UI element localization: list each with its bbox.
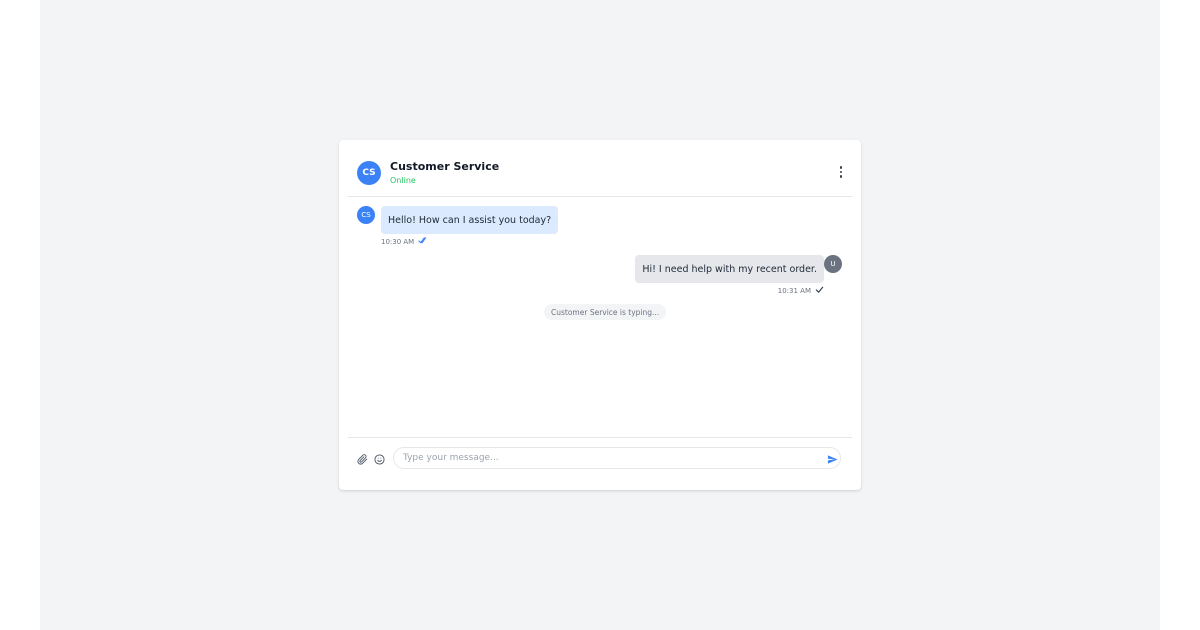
message-meta: 10:31 AM (778, 285, 824, 296)
message-meta: 10:30 AM (381, 236, 427, 247)
message-timestamp: 10:31 AM (777, 286, 811, 295)
more-vertical-icon[interactable] (836, 164, 846, 180)
menu-dot (839, 175, 843, 178)
double-check-icon (418, 236, 427, 247)
send-icon[interactable] (825, 452, 839, 466)
chat-header: CS Customer Service Online (348, 140, 852, 197)
message-list[interactable]: CS Hello! How can I assist you today? 10… (348, 197, 852, 437)
message-input[interactable] (393, 447, 841, 469)
message-avatar-agent: CS (357, 206, 375, 224)
chat-window: CS Customer Service Online CS Hello! How… (339, 140, 861, 490)
typing-indicator: Customer Service is typing... (544, 304, 667, 320)
menu-dot (839, 170, 843, 174)
status-label: Online (390, 176, 416, 185)
paperclip-icon[interactable] (355, 452, 369, 466)
chat-title: Customer Service (390, 160, 500, 173)
message-bubble-incoming: Hello! How can I assist you today? (381, 206, 559, 234)
menu-dot (839, 166, 843, 169)
message-bubble-outgoing: Hi! I need help with my recent order. (635, 255, 824, 283)
smile-icon[interactable] (372, 452, 386, 466)
message-avatar-user: U (824, 255, 842, 273)
message-composer (348, 437, 852, 491)
agent-avatar: CS (357, 161, 381, 185)
check-icon (815, 285, 824, 296)
message-timestamp: 10:30 AM (381, 237, 415, 246)
